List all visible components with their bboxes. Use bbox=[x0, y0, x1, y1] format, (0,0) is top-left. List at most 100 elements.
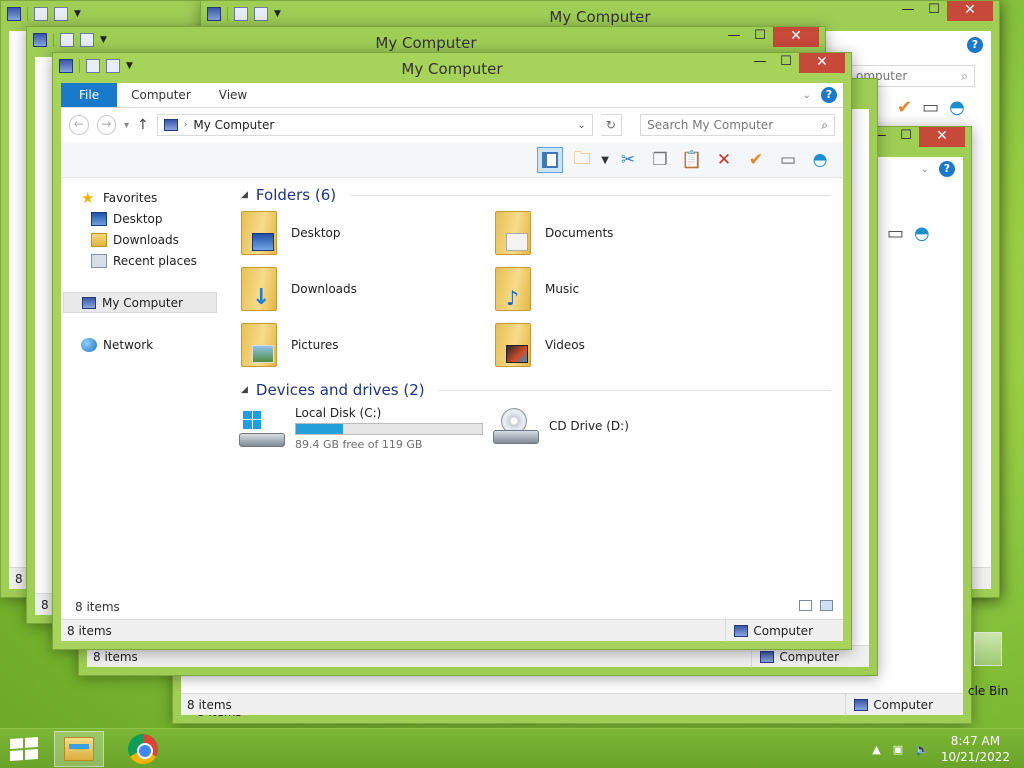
rename-button[interactable]: ▭ bbox=[775, 147, 801, 173]
close-button[interactable]: ✕ bbox=[773, 27, 819, 47]
help-icon[interactable]: ? bbox=[939, 161, 955, 177]
expand-ribbon-icon[interactable]: ⌄ bbox=[803, 90, 811, 101]
window-body: File Computer View ⌄ ? ← → ▾ ↑ › My Comp… bbox=[61, 83, 843, 619]
refresh-button[interactable]: ↻ bbox=[600, 114, 623, 136]
status-location-label: Computer bbox=[779, 650, 839, 664]
recycle-bin-icon bbox=[974, 632, 1002, 666]
tab-view[interactable]: View bbox=[205, 83, 261, 107]
drive-info: Local Disk (C:) 89.4 GB free of 119 GB bbox=[295, 406, 483, 451]
folder-music[interactable]: ♪ Music bbox=[495, 267, 579, 311]
folder-downloads[interactable]: ↓ Downloads bbox=[241, 267, 357, 311]
maximize-button[interactable]: ☐ bbox=[747, 27, 773, 47]
sidebar-item-desktop[interactable]: Desktop bbox=[61, 208, 219, 229]
shell-icon[interactable]: ◓ bbox=[949, 97, 965, 118]
sidebar-item-recent-places[interactable]: Recent places bbox=[61, 250, 219, 271]
minimize-button[interactable]: — bbox=[895, 1, 921, 21]
back-button[interactable]: ← bbox=[69, 115, 89, 135]
ribbon-tabs: File Computer View ⌄ ? bbox=[61, 83, 843, 108]
ribbon-right: ⌄ ? bbox=[803, 87, 837, 103]
help-icon[interactable]: ? bbox=[821, 87, 837, 103]
search-icon[interactable]: ⌕ bbox=[821, 118, 828, 133]
sidebar-item-label: Recent places bbox=[113, 253, 197, 268]
collapse-icon[interactable]: ◢ bbox=[241, 385, 248, 395]
close-button[interactable]: ✕ bbox=[799, 53, 845, 73]
tab-file[interactable]: File bbox=[61, 83, 118, 107]
rename-icon[interactable]: ▭ bbox=[922, 97, 939, 118]
address-location[interactable]: My Computer bbox=[193, 118, 274, 132]
search-input[interactable]: Search My Computer ⌕ bbox=[640, 114, 835, 136]
forward-button[interactable]: → bbox=[96, 115, 116, 135]
sidebar-item-my-computer[interactable]: My Computer bbox=[63, 292, 217, 313]
copy-button[interactable]: ❐ bbox=[647, 147, 673, 173]
window-title: My Computer bbox=[549, 8, 651, 26]
paste-button[interactable]: 📋 bbox=[679, 147, 705, 173]
chevron-down-icon[interactable]: ⌄ bbox=[921, 164, 929, 175]
preview-pane-button[interactable] bbox=[537, 147, 564, 173]
folder-desktop[interactable]: Desktop bbox=[241, 211, 341, 255]
cd-drive-icon bbox=[493, 408, 539, 444]
taskbar-file-explorer[interactable] bbox=[54, 731, 104, 767]
maximize-button[interactable]: ☐ bbox=[773, 53, 799, 73]
rename-icon[interactable]: ▭ bbox=[887, 223, 904, 244]
sidebar-item-network[interactable]: Network bbox=[61, 334, 219, 355]
sidebar-item-downloads[interactable]: Downloads bbox=[61, 229, 219, 250]
sidebar-item-label: Network bbox=[103, 337, 154, 352]
maximize-button[interactable]: ☐ bbox=[921, 1, 947, 21]
folder-pictures[interactable]: Pictures bbox=[241, 323, 339, 367]
computer-icon bbox=[7, 7, 21, 21]
windows-logo-icon bbox=[243, 410, 261, 429]
delete-button[interactable]: ✕ bbox=[711, 147, 737, 173]
inner-status-bar: 8 items bbox=[61, 595, 843, 619]
new-folder-icon[interactable] bbox=[54, 7, 68, 21]
close-button[interactable]: ✕ bbox=[919, 127, 965, 147]
show-hidden-icons-icon[interactable]: ▲ bbox=[872, 743, 880, 756]
devices-group-header[interactable]: ◢ Devices and drives (2) bbox=[241, 380, 831, 400]
drive-usage-bar bbox=[295, 423, 483, 435]
maximize-button[interactable]: ☐ bbox=[893, 127, 919, 147]
volume-icon[interactable]: 🔈 bbox=[915, 743, 929, 756]
minimize-button[interactable]: — bbox=[747, 53, 773, 73]
close-button[interactable]: ✕ bbox=[947, 1, 993, 21]
up-button[interactable]: ↑ bbox=[137, 117, 149, 133]
tab-computer[interactable]: Computer bbox=[117, 83, 205, 107]
status-item-count: 8 items bbox=[93, 649, 138, 664]
film-icon bbox=[506, 345, 528, 363]
drive-cd-d[interactable]: CD Drive (D:) bbox=[493, 408, 629, 444]
cut-button[interactable]: ✂ bbox=[615, 147, 641, 173]
chevron-down-icon[interactable]: ▼ bbox=[601, 155, 609, 166]
select-button[interactable]: ✔ bbox=[743, 147, 769, 173]
recycle-bin-shortcut[interactable]: cle Bin bbox=[968, 632, 1008, 698]
taskbar-chrome[interactable] bbox=[118, 731, 168, 767]
breadcrumb-separator-icon[interactable]: › bbox=[184, 120, 188, 130]
chevron-down-icon[interactable]: ⌄ bbox=[577, 120, 585, 131]
minimize-button[interactable]: — bbox=[721, 27, 747, 47]
toolbar-tools: 🗀 ▼ ✂ ❐ 📋 ✕ ✔ ▭ ◓ bbox=[537, 147, 833, 173]
folder-videos[interactable]: Videos bbox=[495, 323, 585, 367]
recent-locations-icon[interactable]: ▾ bbox=[124, 120, 129, 131]
start-button[interactable] bbox=[10, 737, 38, 761]
properties-icon[interactable] bbox=[34, 7, 48, 21]
collapse-icon[interactable]: ◢ bbox=[241, 190, 248, 200]
window-titlebar[interactable]: ▼ My Computer — ☐ ✕ bbox=[53, 53, 851, 83]
folder-icon: ↓ bbox=[241, 267, 277, 311]
details-view-icon[interactable] bbox=[799, 600, 812, 611]
status-location-label: Computer bbox=[753, 624, 813, 638]
large-icons-view-icon[interactable] bbox=[820, 600, 833, 611]
help-icon[interactable]: ? bbox=[967, 37, 983, 53]
navigation-bar: ← → ▾ ↑ › My Computer ⌄ ↻ Search My Comp… bbox=[61, 108, 843, 142]
address-bar[interactable]: › My Computer ⌄ bbox=[156, 114, 593, 136]
clock[interactable]: 8:47 AM 10/21/2022 bbox=[941, 733, 1010, 765]
check-icon[interactable]: ✔ bbox=[897, 97, 912, 118]
folder-options-button[interactable]: 🗀 bbox=[569, 147, 595, 173]
window-controls: — ☐ ✕ bbox=[747, 53, 845, 73]
network-status-icon[interactable]: ▣ bbox=[893, 743, 903, 756]
shell-button[interactable]: ◓ bbox=[807, 147, 833, 173]
chevron-down-icon[interactable]: ▼ bbox=[74, 9, 81, 19]
folders-group-header[interactable]: ◢ Folders (6) bbox=[241, 185, 831, 205]
ribbon-right: ⌄? bbox=[921, 161, 955, 177]
shell-icon[interactable]: ◓ bbox=[914, 223, 930, 244]
drive-local-c[interactable]: Local Disk (C:) 89.4 GB free of 119 GB bbox=[239, 406, 483, 451]
status-bar: 8 items Computer bbox=[181, 693, 963, 716]
folder-documents[interactable]: Documents bbox=[495, 211, 613, 255]
sidebar-item-favorites[interactable]: ★ Favorites bbox=[61, 187, 219, 208]
